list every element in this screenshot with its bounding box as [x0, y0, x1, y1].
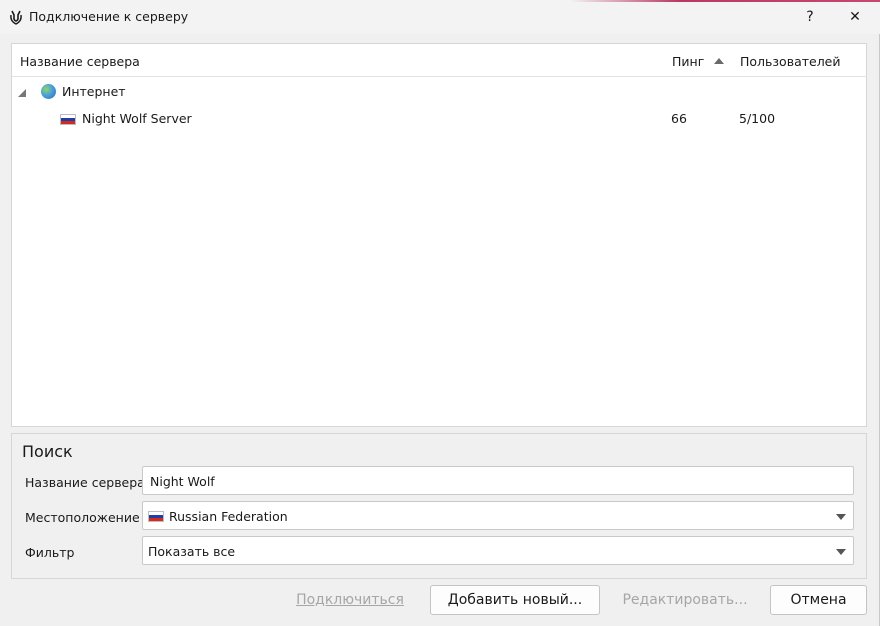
column-header-users[interactable]: Пользователей: [740, 54, 841, 69]
filter-label: Фильтр: [25, 545, 75, 560]
russia-flag-icon: [60, 114, 76, 125]
tree-group-internet[interactable]: Интернет: [12, 79, 866, 105]
search-title: Поиск: [22, 442, 73, 461]
server-tree[interactable]: Название сервера Пинг Пользователей Инте…: [11, 43, 867, 427]
column-header-ping[interactable]: Пинг: [672, 54, 704, 69]
globe-icon: [41, 84, 56, 99]
expand-collapse-icon[interactable]: [18, 89, 26, 97]
filter-select-value: Показать все: [148, 544, 236, 559]
chevron-down-icon: [836, 514, 846, 520]
add-new-button[interactable]: Добавить новый...: [430, 585, 600, 615]
location-label: Местоположение: [25, 510, 140, 525]
search-group: Поиск Название сервера Night Wolf Местоп…: [11, 433, 867, 579]
filter-select[interactable]: Показать все: [142, 536, 854, 565]
title-bar[interactable]: Подключение к серверу ? ✕: [0, 0, 880, 34]
server-name-input-value: Night Wolf: [150, 474, 215, 489]
server-name: Night Wolf Server: [82, 111, 192, 126]
close-icon: ✕: [849, 9, 861, 25]
close-button[interactable]: ✕: [833, 0, 877, 34]
chevron-down-icon: [836, 549, 846, 555]
cancel-button[interactable]: Отмена: [770, 585, 867, 615]
server-name-label: Название сервера: [25, 475, 145, 490]
server-users: 5/100: [739, 111, 776, 126]
app-logo-icon: [10, 10, 22, 25]
server-name-input[interactable]: Night Wolf: [142, 466, 854, 495]
connect-button[interactable]: Подключиться: [289, 585, 411, 615]
sort-ascending-icon: [714, 58, 724, 64]
help-button[interactable]: ?: [788, 0, 832, 34]
connect-to-server-dialog: Подключение к серверу ? ✕ Название серве…: [0, 0, 880, 626]
location-select-value: Russian Federation: [169, 509, 288, 524]
russia-flag-icon: [148, 511, 164, 522]
window-title: Подключение к серверу: [29, 9, 189, 24]
column-header-server-name[interactable]: Название сервера: [20, 54, 140, 69]
tree-header: Название сервера Пинг Пользователей: [12, 44, 866, 77]
server-ping: 66: [671, 111, 687, 126]
group-label: Интернет: [62, 84, 126, 99]
location-select[interactable]: Russian Federation: [142, 501, 854, 530]
edit-button[interactable]: Редактировать...: [617, 585, 753, 615]
server-row[interactable]: Night Wolf Server 66 5/100: [12, 106, 866, 132]
